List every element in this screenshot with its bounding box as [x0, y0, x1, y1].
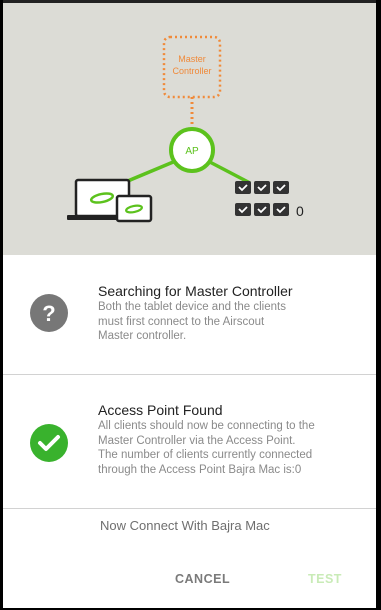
- connect-instruction: Now Connect With Bajra Mac: [100, 518, 270, 533]
- divider: [3, 374, 376, 375]
- client-check-1: [235, 181, 251, 194]
- tablet-icon: [115, 194, 153, 223]
- master-label-line1: Master: [178, 54, 206, 64]
- network-diagram: Master Controller AP 0: [3, 3, 376, 255]
- question-circle-icon: ?: [30, 294, 68, 332]
- svg-text:?: ?: [42, 301, 55, 326]
- ap-found-desc-line: The number of clients currently connecte…: [98, 449, 313, 461]
- searching-description: Both the tablet device and the clients m…: [98, 300, 368, 344]
- ap-clients-link: [205, 158, 251, 185]
- searching-desc-line: Master controller.: [98, 330, 187, 342]
- test-button[interactable]: TEST: [308, 572, 342, 586]
- ap-found-desc-line: All clients should now be connecting to …: [98, 420, 315, 432]
- cancel-button[interactable]: CANCEL: [175, 572, 230, 586]
- ap-found-description: All clients should now be connecting to …: [98, 419, 368, 477]
- searching-desc-line: must first connect to the Airscout: [98, 315, 265, 328]
- client-count: 0: [296, 203, 304, 219]
- client-check-4: [235, 203, 251, 216]
- client-check-6: [273, 203, 289, 216]
- dialog: Master Controller AP 0 ? Searching for M…: [3, 0, 376, 608]
- master-label-line2: Controller: [172, 66, 211, 76]
- ap-found-desc-line: through the Access Point Bajra Mac is:0: [98, 463, 302, 476]
- client-check-2: [254, 181, 270, 194]
- divider: [3, 508, 376, 509]
- searching-desc-line: Both the tablet device and the clients: [98, 301, 286, 313]
- ap-found-title: Access Point Found: [98, 402, 223, 418]
- check-circle-icon: [30, 424, 68, 462]
- client-check-5: [254, 203, 270, 216]
- ap-found-desc-line: Master Controller via the Access Point.: [98, 434, 296, 447]
- ap-label: AP: [185, 146, 199, 157]
- client-checkboxes: [235, 181, 289, 216]
- searching-title: Searching for Master Controller: [98, 283, 293, 299]
- client-check-3: [273, 181, 289, 194]
